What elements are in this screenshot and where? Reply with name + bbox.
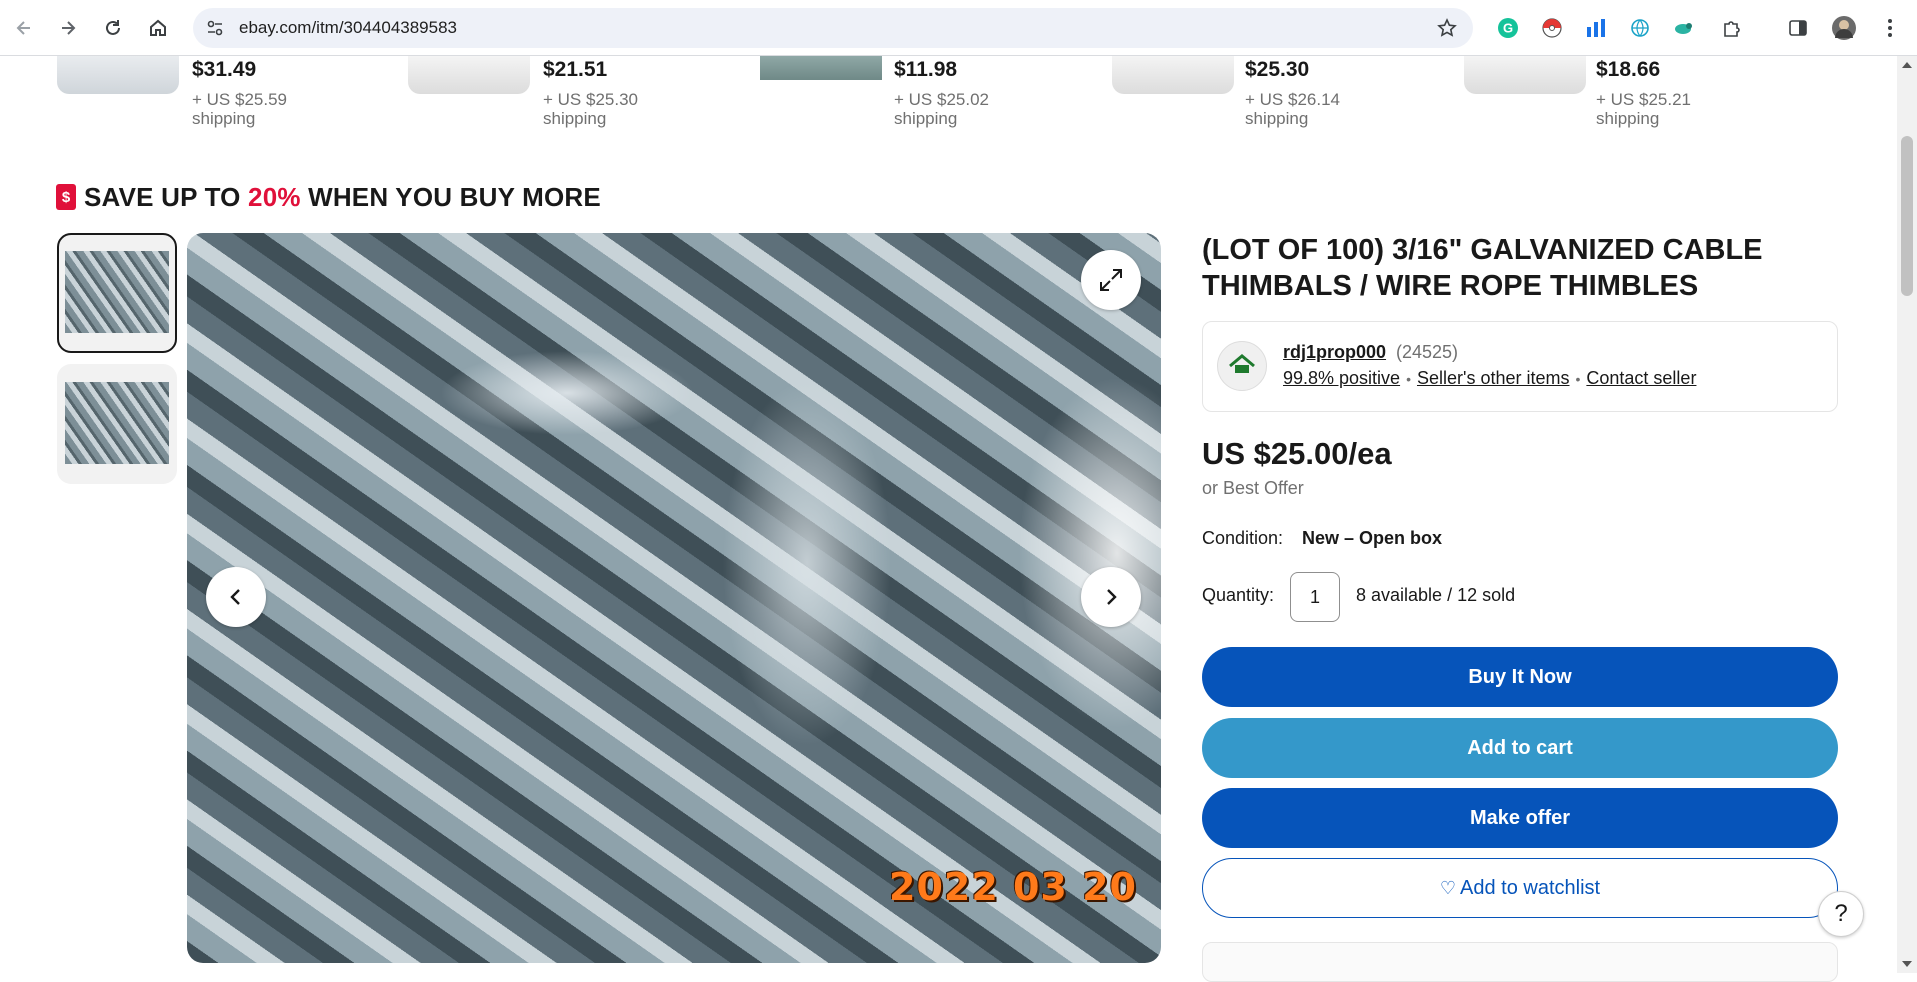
similar-item-card[interactable]: $11.98 + US $25.02 shipping: [760, 56, 1090, 136]
profile-avatar[interactable]: [1830, 14, 1858, 42]
condition-value: New – Open box: [1302, 528, 1443, 548]
seller-positive-feedback-link[interactable]: 99.8% positive: [1283, 368, 1400, 388]
scroll-down-arrow-icon[interactable]: [1902, 961, 1912, 967]
similar-item-price: $18.66: [1596, 58, 1661, 81]
next-section-card: [1202, 942, 1838, 982]
lizard-extension-icon[interactable]: [1670, 14, 1698, 42]
main-product-image[interactable]: 2022 03 20: [187, 233, 1161, 963]
seller-other-items-link[interactable]: Seller's other items: [1417, 368, 1570, 388]
similar-item-image[interactable]: [408, 56, 530, 94]
page-scrollbar[interactable]: [1897, 56, 1917, 973]
similar-item-shipping: + US $25.30 shipping: [543, 90, 638, 128]
similar-item-image[interactable]: [57, 56, 179, 94]
availability-text: 8 available / 12 sold: [1356, 585, 1516, 605]
similar-item-card[interactable]: $21.51 + US $25.30 shipping: [408, 56, 738, 136]
similar-item-image[interactable]: [760, 56, 882, 80]
make-offer-button[interactable]: Make offer: [1202, 788, 1838, 848]
next-image-button[interactable]: [1081, 567, 1141, 627]
similar-item-image[interactable]: [1464, 56, 1586, 94]
grammarly-extension-icon[interactable]: G: [1494, 14, 1522, 42]
photo-date-stamp: 2022 03 20: [889, 865, 1137, 909]
heart-icon: ♡: [1439, 877, 1457, 898]
buy-it-now-button[interactable]: Buy It Now: [1202, 647, 1838, 707]
previous-image-button[interactable]: [206, 567, 266, 627]
save-more-banner: $ SAVE UP TO 20% WHEN YOU BUY MORE: [56, 180, 601, 214]
forward-button[interactable]: [52, 12, 84, 44]
thumbnail-image: [65, 382, 169, 464]
bookmark-star-icon[interactable]: [1435, 16, 1459, 40]
scrollbar-thumb[interactable]: [1901, 136, 1913, 296]
similar-item-shipping: + US $25.59 shipping: [192, 90, 287, 128]
side-panel-icon[interactable]: [1784, 14, 1812, 42]
seller-logo[interactable]: [1217, 341, 1267, 391]
similar-item-card[interactable]: $25.30 + US $26.14 shipping: [1112, 56, 1442, 136]
back-button[interactable]: [8, 12, 40, 44]
best-offer-note: or Best Offer: [1202, 478, 1304, 498]
seller-links: 99.8% positive • Seller's other items • Cont…: [1283, 368, 1697, 388]
condition-label: Condition:: [1202, 528, 1284, 548]
url-text: ebay.com/itm/304404389583: [239, 18, 458, 37]
save-more-text: SAVE UP TO 20% WHEN YOU BUY MORE: [84, 181, 601, 212]
add-to-cart-button[interactable]: Add to cart: [1202, 718, 1838, 778]
chart-extension-icon[interactable]: [1582, 14, 1610, 42]
seller-name-link[interactable]: rdj1prop000: [1283, 342, 1386, 363]
chevron-left-icon: [230, 589, 240, 605]
add-to-watchlist-button[interactable]: ♡ Add to watchlist: [1202, 858, 1838, 918]
similar-item-price: $11.98: [894, 58, 958, 81]
scroll-up-arrow-icon[interactable]: [1902, 62, 1912, 68]
home-icon: [150, 19, 166, 36]
contact-seller-link[interactable]: Contact seller: [1586, 368, 1696, 388]
gallery-thumbnail-1[interactable]: [57, 233, 177, 353]
watchlist-label: Add to watchlist: [1460, 876, 1601, 899]
gallery-thumbnail-2[interactable]: [57, 364, 177, 484]
similar-item-card[interactable]: $31.49 + US $25.59 shipping: [57, 56, 387, 136]
thumbnail-image: [65, 251, 169, 333]
expand-icon: [1100, 269, 1122, 291]
puzzle-extensions-icon[interactable]: [1718, 14, 1746, 42]
chevron-right-icon: [1107, 589, 1117, 605]
arrow-left-icon: [16, 21, 30, 35]
price-tag-icon: $: [56, 184, 76, 210]
similar-item-price: $21.51: [543, 58, 608, 81]
similar-item-image[interactable]: [1112, 56, 1234, 94]
quantity-input[interactable]: [1290, 572, 1340, 622]
help-button[interactable]: ?: [1818, 891, 1864, 937]
similar-item-price: $25.30: [1245, 58, 1310, 81]
expand-image-button[interactable]: [1081, 250, 1141, 310]
globe-extension-icon[interactable]: [1626, 14, 1654, 42]
reload-icon: [106, 20, 120, 35]
arrow-right-icon: [62, 21, 76, 35]
reload-button[interactable]: [97, 12, 129, 44]
similar-item-shipping: + US $25.21 shipping: [1596, 90, 1691, 128]
similar-item-shipping: + US $26.14 shipping: [1245, 90, 1340, 128]
browser-menu-icon[interactable]: [1876, 14, 1904, 42]
seller-card: rdj1prop000 (24525) 99.8% positive • Selle…: [1202, 321, 1838, 412]
similar-item-shipping: + US $25.02 shipping: [894, 90, 989, 128]
item-price: US $25.00/ea: [1202, 436, 1392, 471]
address-bar[interactable]: ebay.com/itm/304404389583: [193, 8, 1473, 48]
svg-text:G: G: [1503, 21, 1513, 36]
quantity-label: Quantity:: [1202, 585, 1275, 605]
pokeball-extension-icon[interactable]: [1538, 14, 1566, 42]
listing-title: (LOT OF 100) 3/16" GALVANIZED CABLE THIM…: [1202, 234, 1763, 302]
browser-toolbar: ebay.com/itm/304404389583 G: [0, 0, 1917, 56]
similar-item-card[interactable]: $18.66 + US $25.21 shipping: [1464, 56, 1794, 136]
similar-item-price: $31.49: [192, 58, 257, 81]
site-info-icon[interactable]: [205, 18, 225, 38]
seller-feedback-count: (24525): [1396, 342, 1459, 362]
home-button[interactable]: [142, 12, 174, 44]
